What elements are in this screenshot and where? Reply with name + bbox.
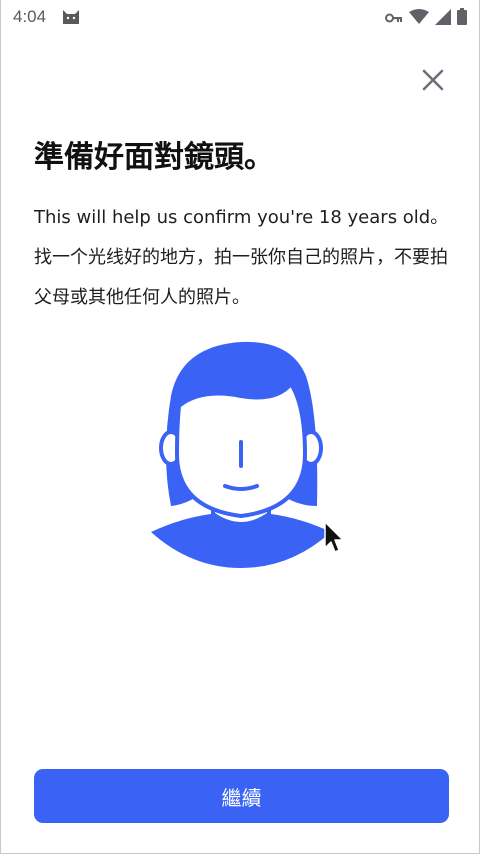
status-bar: 4:04 [1,0,479,36]
cat-icon [61,8,81,26]
status-icons [385,8,467,30]
battery-icon [457,8,467,30]
mouse-cursor-icon [323,520,347,554]
close-icon [422,69,444,95]
status-time: 4:04 [13,7,47,26]
wifi-icon [409,8,429,30]
close-button[interactable] [415,64,451,100]
continue-button[interactable]: 繼續 [34,769,449,823]
continue-button-label: 繼續 [221,785,262,810]
key-icon [385,9,403,29]
screen: 4:04 準備好面對鏡頭。 This will help us confirm … [0,0,480,854]
description-text: This will help us confirm you're 18 year… [34,207,449,308]
person-face-illustration [141,336,341,572]
page-title: 準備好面對鏡頭。 [34,140,274,175]
signal-icon [435,8,451,30]
